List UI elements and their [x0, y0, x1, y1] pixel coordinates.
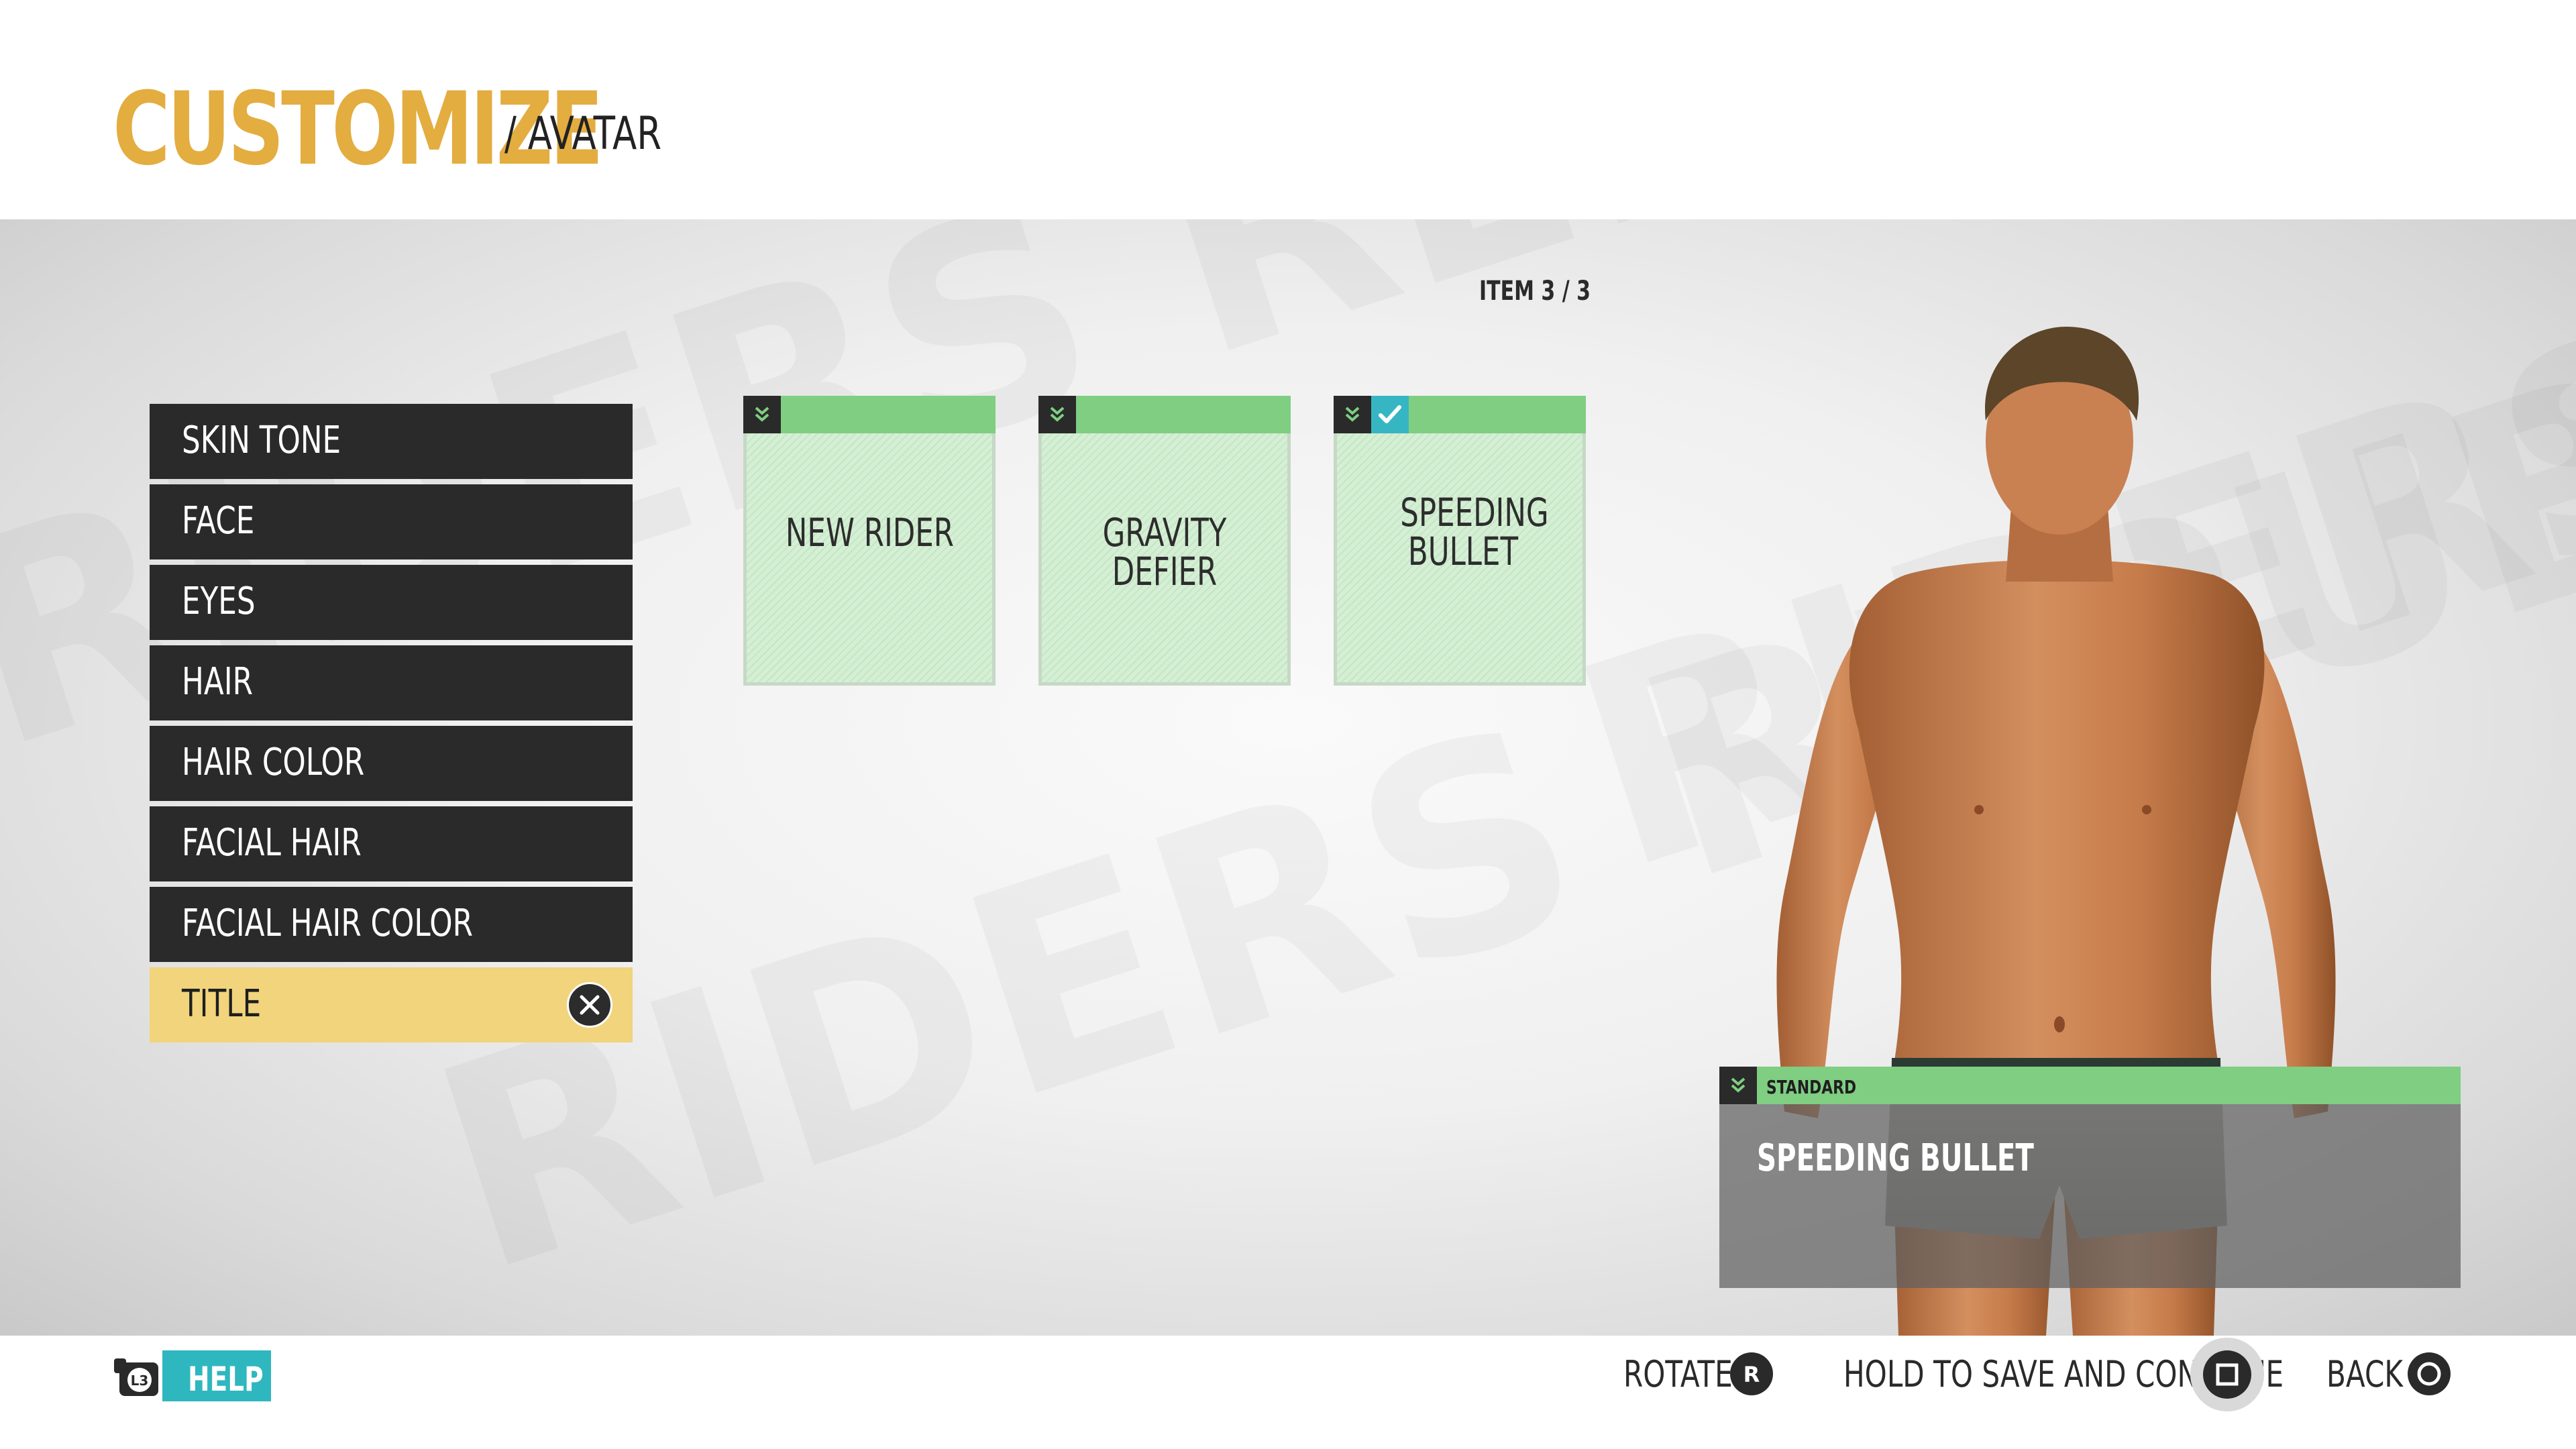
menu-item-eyes[interactable]: EYES	[150, 565, 633, 640]
menu-item-label: FACE	[182, 499, 255, 543]
menu-item-label: FACIAL HAIR	[182, 821, 362, 865]
title-card-gravity-defier[interactable]: GRAVITY DEFIER	[1038, 396, 1291, 686]
menu-item-facial-hair-color[interactable]: FACIAL HAIR COLOR	[150, 887, 633, 962]
menu-item-hair-color[interactable]: HAIR COLOR	[150, 726, 633, 801]
menu-item-hair[interactable]: HAIR	[150, 645, 633, 720]
customize-area: RIDERS REPUBLIC RIDERS REPUBLIC RIDERS S…	[0, 219, 2576, 1336]
title-card-speeding-bullet[interactable]: SPEEDING BULLET	[1334, 396, 1586, 686]
card-label: GRAVITY DEFIER	[1102, 510, 1227, 594]
item-counter: ITEM 3 / 3	[1479, 276, 1591, 307]
menu-item-label: SKIN TONE	[182, 419, 341, 462]
menu-item-label: FACIAL HAIR COLOR	[182, 902, 473, 945]
menu-item-facial-hair[interactable]: FACIAL HAIR	[150, 806, 633, 881]
menu-item-label: HAIR COLOR	[182, 741, 365, 784]
category-menu: SKIN TONE FACE EYES HAIR HAIR COLOR FACI…	[150, 404, 633, 1048]
circle-button-icon[interactable]	[2406, 1350, 2453, 1397]
menu-item-title[interactable]: TITLE	[150, 967, 633, 1042]
card-label: NEW RIDER	[785, 510, 954, 555]
chevron-down-icon	[1719, 1067, 1757, 1104]
menu-item-face[interactable]: FACE	[150, 484, 633, 559]
help-label: HELP	[188, 1360, 264, 1399]
menu-item-label: EYES	[182, 580, 256, 623]
help-button[interactable]: HELP	[162, 1350, 271, 1401]
close-icon[interactable]	[567, 982, 612, 1028]
square-button-icon[interactable]	[2188, 1336, 2266, 1413]
rotate-prompt[interactable]: ROTATE	[1623, 1353, 1733, 1395]
chevron-down-icon	[1334, 396, 1371, 433]
help-key-label: L3	[131, 1373, 149, 1389]
rotate-key-label: R	[1743, 1362, 1760, 1387]
menu-item-skin-tone[interactable]: SKIN TONE	[150, 404, 633, 479]
back-prompt[interactable]: BACK	[2326, 1353, 2403, 1395]
header: CUSTOMIZE / AVATAR	[0, 0, 2576, 219]
rarity-label: STANDARD	[1766, 1076, 1857, 1098]
menu-item-label: HAIR	[182, 660, 253, 704]
chevron-down-icon	[743, 396, 781, 433]
chevron-down-icon	[1038, 396, 1076, 433]
selected-item-details: SPEEDING BULLET	[1719, 1104, 2461, 1288]
check-icon	[1371, 396, 1409, 433]
r-stick-icon: R	[1730, 1352, 1773, 1395]
title-card-new-rider[interactable]: NEW RIDER	[743, 396, 996, 686]
selected-item-name: SPEEDING BULLET	[1757, 1136, 2034, 1180]
card-label: SPEEDING BULLET	[1400, 490, 1549, 574]
footer-bar: L3 HELP ROTATE R HOLD TO SAVE AND CONTIN…	[0, 1336, 2576, 1449]
rarity-bar: STANDARD	[1719, 1067, 2461, 1104]
rarity-bar	[1038, 396, 1291, 433]
rarity-bar	[1334, 396, 1586, 433]
menu-item-label: TITLE	[182, 982, 262, 1026]
page-subtitle: / AVATAR	[504, 107, 662, 160]
selected-item-panel: STANDARD SPEEDING BULLET	[1719, 1067, 2461, 1288]
rarity-bar	[743, 396, 996, 433]
controller-icon[interactable]: L3	[113, 1350, 166, 1404]
